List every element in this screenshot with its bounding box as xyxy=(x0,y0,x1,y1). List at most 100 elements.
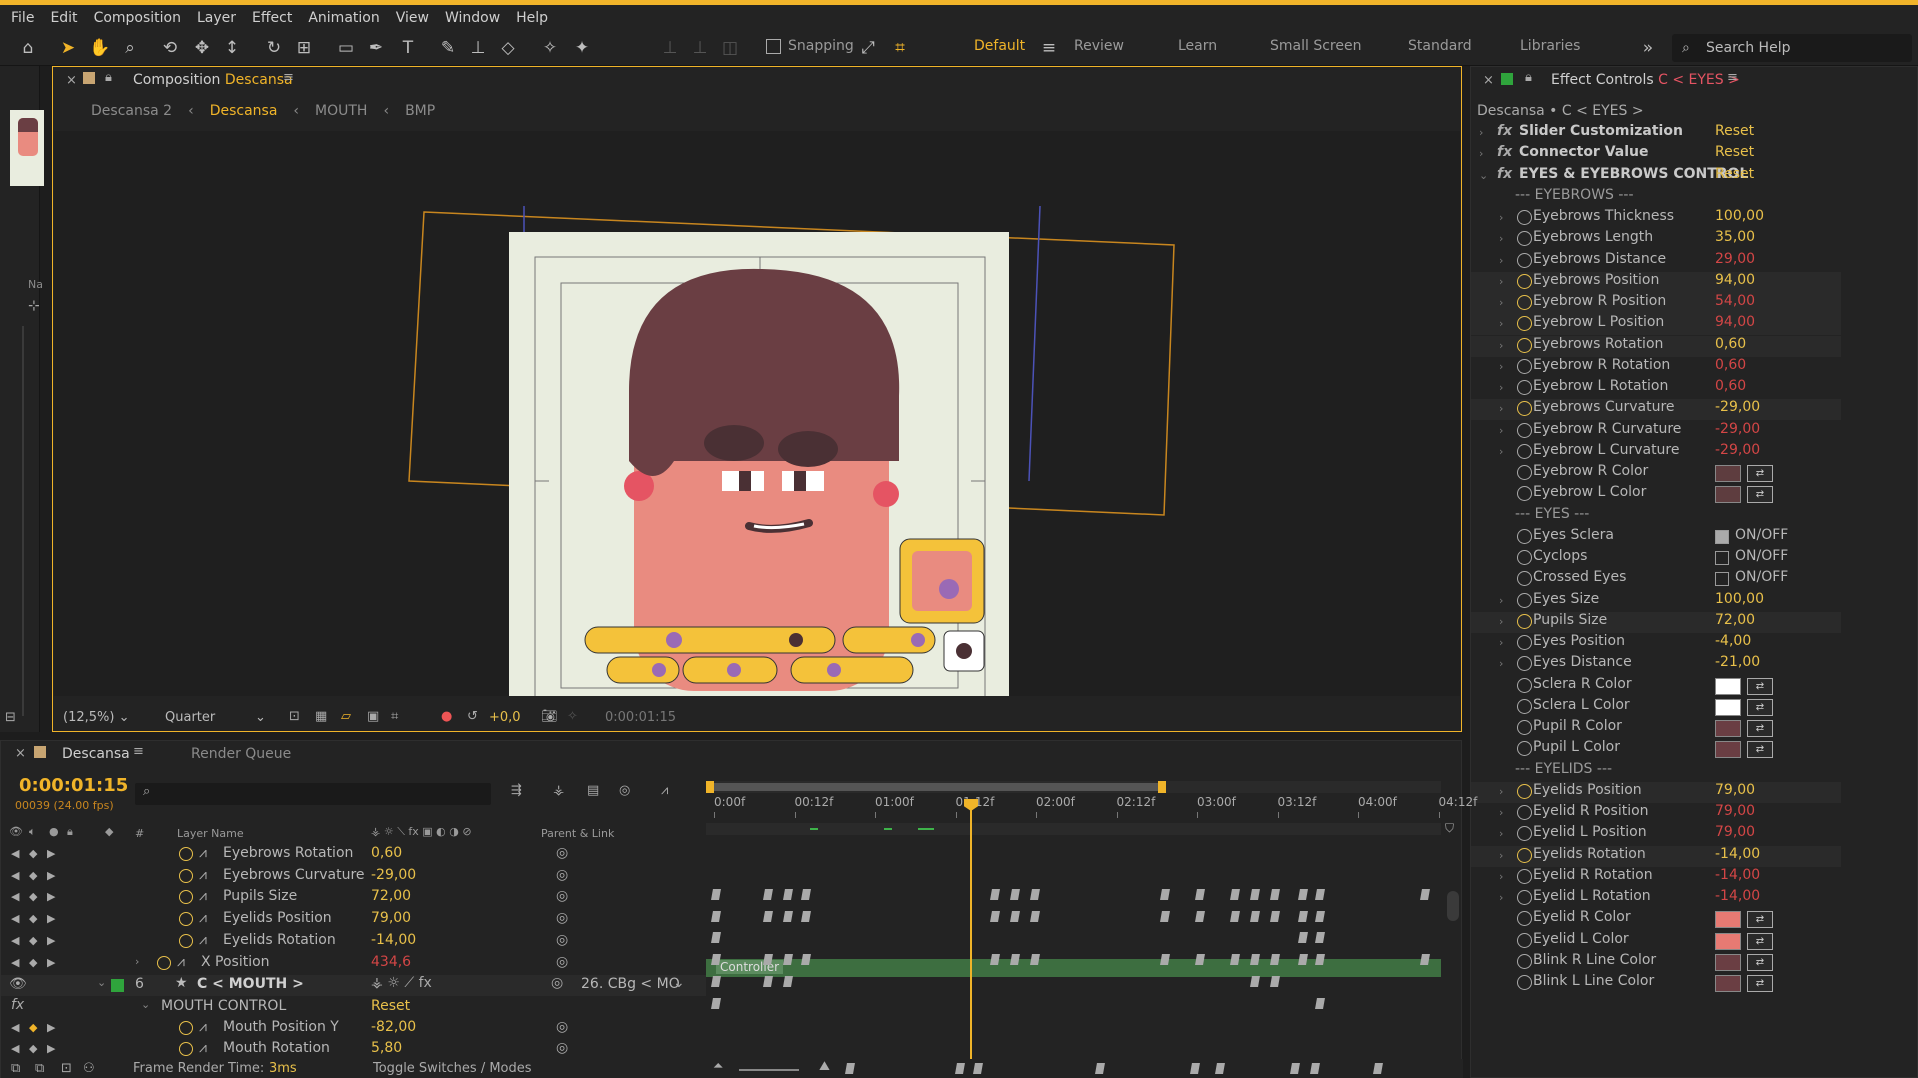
stopwatch-icon[interactable] xyxy=(1517,337,1532,353)
next-keyframe-icon[interactable]: ▶ xyxy=(47,847,55,860)
tab-render-queue[interactable]: Render Queue xyxy=(191,746,291,762)
keyframe[interactable] xyxy=(1270,954,1280,966)
zoom-slider[interactable] xyxy=(739,1069,799,1071)
stopwatch-icon[interactable] xyxy=(1517,528,1532,544)
color-swatch[interactable] xyxy=(1715,486,1741,504)
keyframe[interactable] xyxy=(1270,910,1280,922)
expand-arrow-icon[interactable]: › xyxy=(1479,147,1483,160)
layer-name[interactable]: C < MOUTH > xyxy=(197,976,304,992)
add-keyframe-icon[interactable]: ◆ xyxy=(29,934,37,947)
expand-arrow-icon[interactable]: › xyxy=(1499,806,1503,819)
menu-animation[interactable]: Animation xyxy=(308,10,379,26)
pen-tool-icon[interactable]: ✒ xyxy=(364,36,388,60)
keyframe[interactable] xyxy=(1010,954,1020,966)
region-of-interest-icon[interactable]: ▣ xyxy=(367,709,379,724)
keyframe[interactable] xyxy=(990,954,1000,966)
lock-icon[interactable]: 🔒︎ xyxy=(1525,70,1532,85)
property-value[interactable]: 79,00 xyxy=(1715,782,1755,798)
workspace-small-screen[interactable]: Small Screen xyxy=(1270,38,1361,54)
next-keyframe-icon[interactable]: ▶ xyxy=(47,956,55,969)
color-swatch[interactable] xyxy=(1715,975,1741,992)
stopwatch-icon[interactable] xyxy=(1517,613,1532,629)
stopwatch-icon[interactable] xyxy=(1517,422,1532,438)
property-value[interactable]: -29,00 xyxy=(1715,421,1760,437)
keyframe[interactable] xyxy=(711,997,721,1009)
keyframe[interactable] xyxy=(1250,889,1260,900)
effect-row-cyclops[interactable]: Cyclops ON/OFF xyxy=(1471,548,1841,569)
property-value[interactable]: 0,60 xyxy=(371,845,402,861)
stopwatch-icon[interactable] xyxy=(1517,358,1532,374)
graph-icon[interactable]: ⩘ xyxy=(199,888,207,904)
color-swatch[interactable] xyxy=(1715,720,1741,737)
keyframe[interactable] xyxy=(1315,954,1325,966)
property-value[interactable]: 0,60 xyxy=(1715,357,1746,373)
effect-row-eyes[interactable]: --- EYES --- xyxy=(1471,506,1841,527)
snap-features-icon[interactable]: ⌗ xyxy=(888,36,912,60)
property-value[interactable]: -29,00 xyxy=(1715,442,1760,458)
keyframe[interactable] xyxy=(1010,910,1020,922)
property-value[interactable]: 79,00 xyxy=(1715,803,1755,819)
eyedropper-icon[interactable]: ⇄ xyxy=(1747,698,1773,716)
stopwatch-icon[interactable] xyxy=(1517,826,1532,842)
property-value[interactable]: 94,00 xyxy=(1715,314,1755,330)
menu-help[interactable]: Help xyxy=(516,10,548,26)
graph-icon[interactable]: ⩘ xyxy=(177,954,185,970)
menu-composition[interactable]: Composition xyxy=(94,10,181,26)
exposure-value[interactable]: +0,0 xyxy=(489,710,521,725)
home-icon[interactable]: ⌂ xyxy=(16,36,40,60)
keyframe[interactable] xyxy=(1315,932,1325,944)
effect-row-eyelids-position[interactable]: › Eyelids Position 79,00 xyxy=(1471,781,1841,803)
orbit-tool-icon[interactable]: ⟲ xyxy=(158,36,182,60)
keyframe[interactable] xyxy=(1298,932,1308,944)
eraser-tool-icon[interactable]: ◇ xyxy=(496,36,520,60)
keyframe[interactable] xyxy=(1298,910,1308,922)
flowchart-icon[interactable]: ⊹ xyxy=(28,298,40,314)
breadcrumb-mouth[interactable]: MOUTH xyxy=(315,103,367,123)
property-value[interactable]: 100,00 xyxy=(1715,591,1764,607)
time-graph[interactable]: 0:00f00:12f01:00f01:12f02:00f02:12f03:00… xyxy=(706,781,1477,1074)
property-row[interactable]: ◀ ◆ ▶ ⩘ Eyelids Rotation -14,00 ◎ xyxy=(1,932,706,953)
expand-arrow-icon[interactable]: › xyxy=(1499,891,1503,904)
zoom-out-icon[interactable]: ⏶ xyxy=(713,1059,723,1074)
effect-row-eyebrow-l-curvature[interactable]: › Eyebrow L Curvature -29,00 xyxy=(1471,442,1841,463)
fx-icon[interactable]: fx xyxy=(1497,166,1512,182)
graph-icon[interactable]: ⩘ xyxy=(199,845,207,861)
expand-arrow-icon[interactable]: › xyxy=(1499,232,1503,245)
keyframe[interactable] xyxy=(1160,889,1170,900)
menu-layer[interactable]: Layer xyxy=(197,10,236,26)
effect-row-eyelids[interactable]: --- EYELIDS --- xyxy=(1471,761,1841,782)
expand-arrow-icon[interactable]: › xyxy=(1499,381,1503,394)
property-row[interactable]: ◀ ◆ ▶ ⩘ Mouth Position Y -82,00 ◎ xyxy=(1,1019,706,1040)
effect-row-blink-l-line-color[interactable]: Blink L Line Color ⇄ xyxy=(1471,973,1841,994)
stopwatch-icon[interactable] xyxy=(157,955,171,970)
panel-menu-icon[interactable]: ≡ xyxy=(133,744,144,759)
effect-row-pupil-r-color[interactable]: Pupil R Color ⇄ xyxy=(1471,718,1841,739)
color-swatch[interactable] xyxy=(1715,677,1741,695)
eyedropper-icon[interactable]: ⇄ xyxy=(1747,975,1773,992)
pickwhip-icon[interactable]: ◎ xyxy=(556,1040,568,1056)
stopwatch-icon[interactable] xyxy=(1517,677,1532,693)
prev-keyframe-icon[interactable]: ◀ xyxy=(11,1021,19,1034)
effect-row-eyelids-rotation[interactable]: › Eyelids Rotation -14,00 xyxy=(1471,845,1841,867)
keyframe[interactable] xyxy=(1315,997,1325,1009)
keyframe[interactable] xyxy=(1195,954,1205,966)
effect-row-eyebrows-position[interactable]: › Eyebrows Position 94,00 xyxy=(1471,271,1841,293)
playhead[interactable] xyxy=(970,807,972,1059)
effect-row-eyelid-l-rotation[interactable]: › Eyelid L Rotation -14,00 xyxy=(1471,888,1841,909)
stopwatch-icon[interactable] xyxy=(1517,231,1532,247)
effect-row-eyebrow-l-rotation[interactable]: › Eyebrow L Rotation 0,60 xyxy=(1471,378,1841,399)
close-panel-icon[interactable]: × xyxy=(66,73,77,88)
mask-visibility-icon[interactable]: ▱ xyxy=(341,709,351,724)
add-keyframe-icon[interactable]: ◆ xyxy=(29,869,37,882)
effect-row-slider-customization[interactable]: › fx Slider Customization Reset xyxy=(1471,123,1841,144)
stopwatch-icon[interactable] xyxy=(1517,443,1532,459)
effect-row-eyelid-l-color[interactable]: Eyelid L Color ⇄ xyxy=(1471,931,1841,952)
layer-switches-icon[interactable]: ⧉ xyxy=(11,1061,20,1076)
eyedropper-icon[interactable]: ⇄ xyxy=(1747,741,1773,759)
stopwatch-icon[interactable] xyxy=(1517,847,1532,863)
property-value[interactable]: -14,00 xyxy=(1715,846,1760,862)
transparency-grid-icon[interactable]: ▦ xyxy=(315,709,327,724)
reset-link[interactable]: Reset xyxy=(371,998,410,1014)
axis-local-icon[interactable]: ⊥ xyxy=(658,36,682,60)
stopwatch-icon[interactable] xyxy=(1517,592,1532,608)
